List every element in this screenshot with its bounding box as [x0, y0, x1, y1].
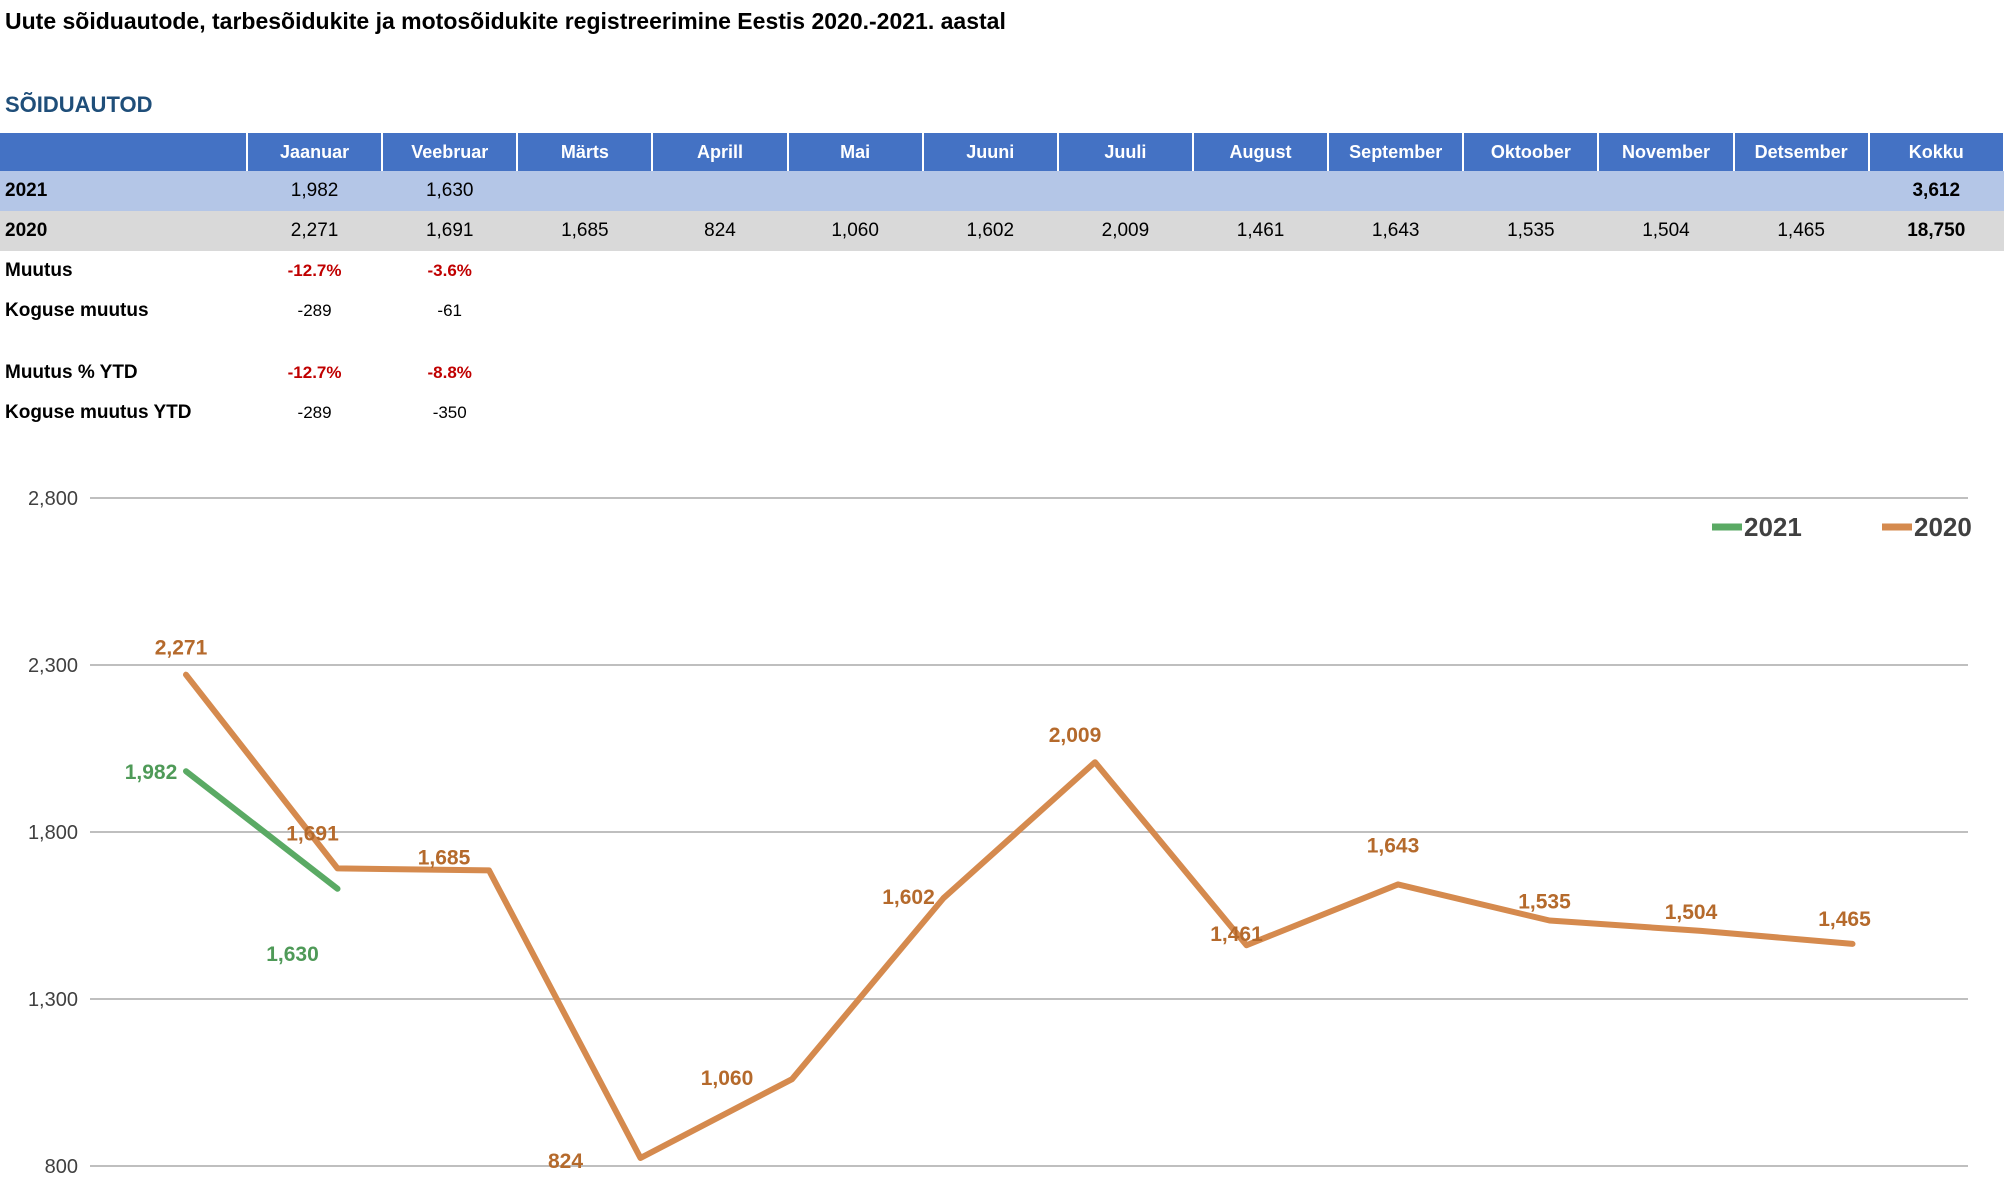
table-cell: 824: [652, 211, 788, 251]
chart-gridlines: [90, 497, 1968, 1167]
data-label: 1,982: [125, 761, 178, 784]
data-label: 1,461: [1210, 923, 1263, 946]
table-cell: 1,535: [1463, 211, 1599, 251]
table-cell: -8.8%: [427, 363, 472, 382]
data-label: 2,271: [155, 637, 208, 660]
month-header: Aprill: [652, 133, 789, 171]
table-cell: [1192, 171, 1329, 211]
table-row-muutus-ytd: Muutus % YTD -12.7% -8.8%: [0, 353, 2004, 393]
table-cell: -12.7%: [287, 261, 342, 280]
y-tick-label: 1,300: [28, 989, 78, 1011]
table-cell: [1598, 171, 1734, 211]
data-label: 2,009: [1049, 724, 1102, 747]
row-label: Muutus: [5, 260, 73, 281]
month-header: Märts: [517, 133, 654, 171]
table-cell: 1,504: [1598, 211, 1734, 251]
y-tick-label: 1,800: [28, 822, 78, 844]
table-cell: -289: [297, 403, 332, 422]
month-header: Juuli: [1057, 133, 1194, 171]
table-cell: 1,602: [922, 211, 1058, 251]
row-label: Muutus % YTD: [5, 362, 138, 383]
legend-label: 2021: [1744, 512, 1802, 542]
table-cell: -3.6%: [427, 261, 472, 280]
section-title: SÕIDUAUTOD: [5, 92, 153, 117]
table-cell: [1733, 171, 1869, 211]
data-label: 1,060: [701, 1067, 754, 1090]
month-header: Oktoober: [1463, 133, 1600, 171]
table-header-row: Jaanuar Veebruar Märts Aprill Mai Juuni …: [0, 133, 2004, 171]
table-cell: 1,691: [382, 211, 518, 251]
line-chart: 8001,3001,8002,3002,800 1,9821,6302,2711…: [28, 488, 1972, 1178]
y-axis: 800 1,300 1,800 2,300 2,800: [28, 488, 78, 1178]
table-cell: -12.7%: [287, 363, 342, 382]
row-label: Koguse muutus: [5, 300, 149, 321]
table-cell: [517, 171, 653, 211]
table-cell: 2,271: [247, 211, 383, 251]
data-label: 824: [548, 1150, 583, 1173]
table-cell: -289: [297, 301, 332, 320]
table-cell: [922, 171, 1058, 211]
table-cell: 1,685: [517, 211, 653, 251]
table-cell: [1463, 171, 1599, 211]
table-row-koguse-muutus-ytd: Koguse muutus YTD -289 -350: [0, 393, 2004, 433]
month-header: Mai: [787, 133, 924, 171]
data-label: 1,643: [1367, 834, 1420, 857]
data-label: 1,691: [286, 822, 339, 845]
table-cell: -350: [432, 403, 467, 422]
total-cell: 18,750: [1868, 211, 2004, 251]
month-header: Detsember: [1733, 133, 1870, 171]
table-cell: 1,465: [1733, 211, 1869, 251]
month-header: Jaanuar: [247, 133, 384, 171]
table-cell: 1,982: [247, 171, 383, 211]
row-label: Koguse muutus YTD: [5, 402, 192, 423]
total-cell: 3,612: [1868, 171, 2004, 211]
data-label: 1,465: [1818, 908, 1871, 931]
total-header: Kokku: [1868, 133, 2004, 171]
data-label: 1,535: [1518, 891, 1571, 914]
header-corner-cell: [0, 133, 248, 171]
table-row-muutus: Muutus -12.7% -3.6%: [0, 251, 2004, 291]
data-label: 1,602: [882, 886, 935, 909]
page-title: Uute sõiduautode, tarbesõidukite ja moto…: [5, 8, 1006, 34]
table-cell: 1,630: [382, 171, 518, 211]
row-label: 2020: [0, 211, 247, 251]
table-cell: [787, 171, 923, 211]
series-line-2020: [183, 671, 1856, 1161]
y-tick-label: 2,300: [28, 655, 78, 677]
table-row-2020: 2020 2,271 1,691 1,685 824 1,060 1,602 2…: [0, 211, 2004, 251]
table-cell: 1,461: [1192, 211, 1329, 251]
month-header: Juuni: [922, 133, 1059, 171]
table-row-2021: 2021 1,982 1,630 3,612: [0, 171, 2004, 211]
table-cell: 1,643: [1328, 211, 1464, 251]
chart-legend: 2021 2020: [1712, 512, 1972, 542]
data-label: 1,685: [418, 846, 471, 869]
month-header: November: [1598, 133, 1735, 171]
chart-series: [183, 671, 1856, 1161]
y-tick-label: 800: [45, 1156, 78, 1178]
month-header: September: [1328, 133, 1465, 171]
data-label: 1,630: [266, 943, 319, 966]
table-cell: [652, 171, 788, 211]
y-tick-label: 2,800: [28, 488, 78, 510]
table-row-koguse-muutus: Koguse muutus -289 -61: [0, 291, 2004, 331]
table-cell: [1057, 171, 1193, 211]
registrations-table: Jaanuar Veebruar Märts Aprill Mai Juuni …: [0, 133, 2004, 433]
table-cell: 1,060: [787, 211, 923, 251]
month-header: Veebruar: [382, 133, 519, 171]
legend-label: 2020: [1914, 512, 1972, 542]
row-label: 2021: [0, 171, 247, 211]
data-label: 1,504: [1665, 901, 1718, 924]
table-cell: [1328, 171, 1464, 211]
table-cell: -61: [437, 301, 462, 320]
table-cell: 2,009: [1057, 211, 1193, 251]
data-labels: 1,982 1,630 2,271 1,691 1,685 824 1,060 1,602 2,…: [125, 637, 1871, 1173]
month-header: August: [1192, 133, 1330, 171]
